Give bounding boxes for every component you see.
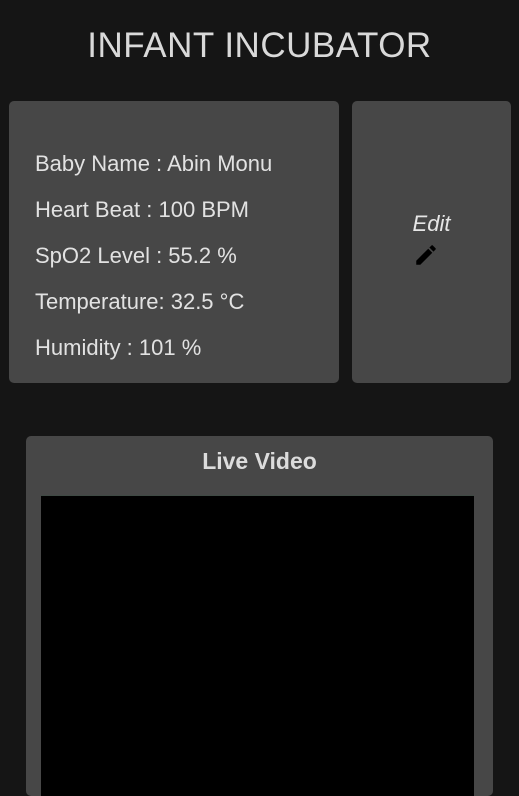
baby-name-text: Baby Name : Abin Monu: [35, 151, 273, 176]
temperature-text: Temperature: 32.5 °C: [35, 289, 245, 314]
spo2-level-text: SpO2 Level : 55.2 %: [35, 243, 237, 268]
pencil-icon: [416, 245, 436, 265]
humidity-text: Humidity : 101 %: [35, 335, 202, 360]
live-video-player[interactable]: [41, 495, 474, 796]
live-video-card: Live Video: [26, 436, 493, 796]
app-title: INFANT INCUBATOR: [87, 26, 432, 65]
edit-button[interactable]: Edit: [352, 101, 511, 383]
edit-label: Edit: [412, 211, 451, 236]
live-video-title: Live Video: [202, 448, 317, 474]
heart-beat-text: Heart Beat : 100 BPM: [35, 197, 249, 222]
baby-info-list: Baby Name : Abin Monu Heart Beat : 100 B…: [35, 141, 272, 371]
baby-info-card: Baby Name : Abin Monu Heart Beat : 100 B…: [9, 101, 339, 383]
